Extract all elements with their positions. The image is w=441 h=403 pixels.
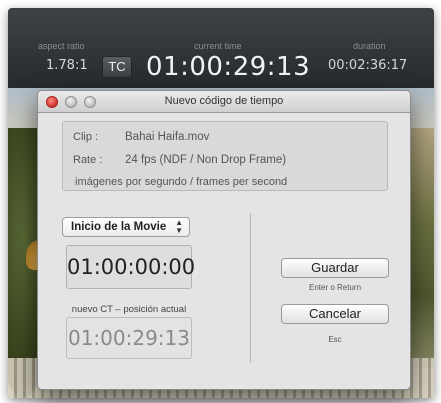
clip-label: Clip : [73, 131, 99, 143]
dialog-titlebar[interactable]: Nuevo código de tiempo [38, 91, 410, 113]
aspect-ratio-value: 1.78:1 [46, 58, 88, 73]
save-button[interactable]: Guardar [281, 258, 389, 278]
dialog-title: Nuevo código de tiempo [164, 95, 284, 107]
tc-button[interactable]: TC [102, 56, 132, 78]
rate-value: 24 fps (NDF / Non Drop Frame) [125, 154, 287, 166]
save-shortcut-hint: Enter o Return [308, 283, 362, 292]
timecode-source-select[interactable]: Inicio de la Movie ▲ ▼ [62, 217, 190, 237]
cancel-button[interactable]: Cancelar [281, 304, 389, 324]
new-timecode-dialog: Nuevo código de tiempo Clip : Bahai Haif… [37, 90, 411, 390]
rate-label: Rate : [73, 154, 103, 166]
select-value: Inicio de la Movie [71, 221, 167, 233]
clip-value: Bahai Haifa.mov [125, 131, 210, 143]
duration-label: duration [353, 41, 386, 51]
aspect-ratio-label: aspect ratio [38, 41, 85, 51]
current-time-value: 01:00:29:13 [146, 52, 311, 82]
updown-arrows-icon: ▲ ▼ [175, 218, 183, 235]
current-time-label: current time [194, 41, 242, 51]
current-position-display: 01:00:29:13 [66, 317, 192, 359]
cancel-shortcut-hint: Esc [328, 335, 342, 344]
vertical-divider [250, 213, 251, 363]
duration-value: 00:02:36:17 [328, 58, 408, 73]
video-hud-bar: aspect ratio 1.78:1 TC current time 01:0… [8, 8, 434, 88]
new-tc-label: nuevo CT – posición actual [71, 304, 187, 315]
clip-info-box: Clip : Bahai Haifa.mov Rate : 24 fps (ND… [62, 121, 388, 191]
fps-description: imágenes por segundo / frames per second [75, 176, 288, 188]
timecode-input[interactable]: 01:00:00:00 [66, 245, 195, 289]
